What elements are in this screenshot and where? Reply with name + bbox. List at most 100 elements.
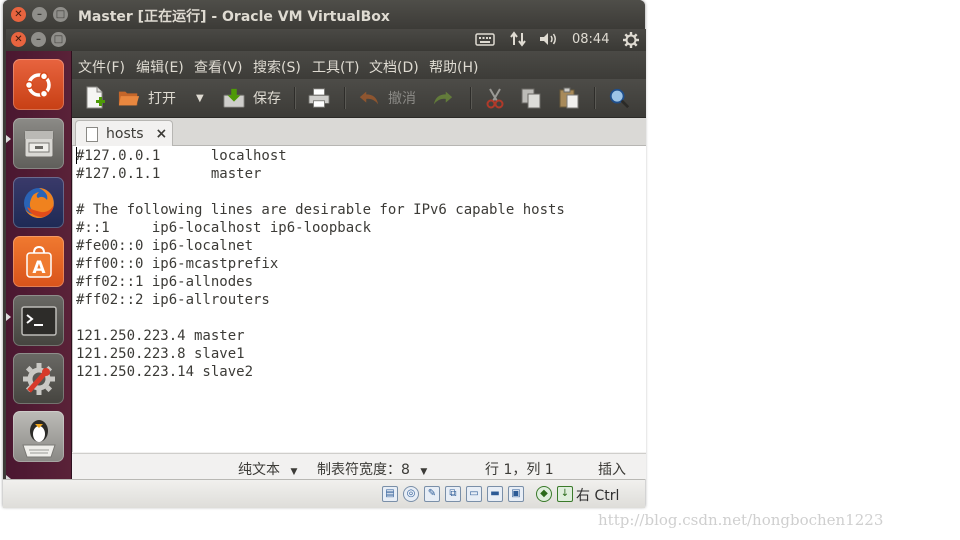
undo-icon [358, 87, 380, 109]
editor-line: #::1 ip6-localhost ip6-loopback [76, 220, 372, 236]
editor-line: 121.250.223.14 slave2 [76, 364, 254, 380]
redo-button[interactable] [432, 84, 454, 112]
print-button[interactable] [308, 84, 330, 112]
gedit-minimize-button[interactable]: – [31, 32, 46, 47]
editor-line: #127.0.1.1 master [76, 166, 262, 182]
document-icon [86, 126, 98, 142]
chevron-down-icon: ▼ [290, 467, 298, 477]
menu-documents[interactable]: 文档(D) [369, 57, 419, 77]
unity-launcher: A [6, 51, 72, 479]
video-capture-icon[interactable]: ▣ [508, 486, 524, 502]
new-document-button[interactable] [84, 84, 106, 112]
save-label: 保存 [253, 91, 281, 107]
files-icon[interactable] [13, 118, 64, 169]
editor-line: #ff02::2 ip6-allrouters [76, 292, 270, 308]
vbox-titlebar: ✕ – □ Master [正在运行] - Oracle VM VirtualB… [3, 0, 645, 29]
keyboard-capture-icon[interactable]: ↓ [557, 486, 573, 502]
menu-view[interactable]: 查看(V) [194, 57, 243, 77]
virtualbox-window: ✕ – □ Master [正在运行] - Oracle VM VirtualB… [3, 0, 646, 508]
host-key-label: 右 Ctrl [576, 488, 620, 504]
folder-open-icon [118, 87, 140, 109]
chevron-down-icon: ▼ [420, 467, 428, 477]
running-indicator [6, 135, 11, 143]
cursor-position: 行 1，列 1 [485, 462, 554, 478]
audio-icon[interactable]: ✎ [424, 486, 440, 502]
keyboard-icon[interactable] [475, 31, 495, 52]
open-recent-dropdown[interactable]: ▼ [196, 84, 204, 112]
menu-tools[interactable]: 工具(T) [312, 57, 359, 77]
editor-line: #ff02::1 ip6-allnodes [76, 274, 254, 290]
volume-icon[interactable] [538, 31, 558, 52]
ubuntu-logo-icon[interactable] [13, 59, 64, 110]
tab-width-label: 制表符宽度：8 [317, 462, 410, 478]
toolbar-separator [294, 87, 295, 109]
printer-icon [308, 87, 330, 109]
tab-close-icon[interactable]: × [156, 126, 168, 142]
gedit-toolbar: 打开 ▼ 保存 撤消 [72, 79, 646, 118]
search-icon [608, 87, 630, 109]
menu-edit[interactable]: 编辑(E) [136, 57, 184, 77]
mouse-integration-icon[interactable]: ◆ [536, 486, 552, 502]
paste-button[interactable] [558, 84, 580, 112]
language-selector[interactable]: 纯文本 ▼ [238, 459, 297, 479]
vbox-statusbar: ▤ ◎ ✎ ⧉ ▭ ▬ ▣ ◆ ↓ 右 Ctrl [3, 479, 645, 508]
toolbar-separator [344, 87, 345, 109]
settings-icon[interactable] [13, 353, 64, 404]
open-button[interactable]: 打开 [118, 84, 176, 112]
vbox-minimize-button[interactable]: – [32, 7, 47, 22]
svg-text:A: A [32, 258, 46, 278]
text-editor[interactable]: #127.0.0.1 localhost #127.0.1.1 master #… [72, 146, 646, 452]
save-button[interactable]: 保存 [223, 84, 281, 112]
cut-button[interactable] [484, 84, 506, 112]
editor-line: #ff00::0 ip6-mcastprefix [76, 256, 279, 272]
gedit-icon[interactable] [13, 411, 64, 462]
running-indicator [6, 313, 11, 321]
undo-button[interactable]: 撤消 [358, 84, 416, 112]
gedit-close-button[interactable]: ✕ [11, 32, 26, 47]
vbox-window-title: Master [正在运行] - Oracle VM VirtualBox [78, 9, 390, 25]
redo-icon [432, 87, 454, 109]
chevron-down-icon: ▼ [196, 92, 204, 104]
terminal-icon[interactable] [13, 295, 64, 346]
menu-help[interactable]: 帮助(H) [429, 57, 478, 77]
editor-line: #127.0.0.1 localhost [76, 148, 287, 164]
copy-button[interactable] [520, 84, 542, 112]
shared-folders-icon[interactable]: ▬ [487, 486, 503, 502]
vbox-close-button[interactable]: ✕ [11, 7, 26, 22]
insert-mode: 插入 [598, 462, 626, 478]
menu-search[interactable]: 搜索(S) [253, 57, 301, 77]
hard-disk-icon[interactable]: ▤ [382, 486, 398, 502]
watermark-url: http://blog.csdn.net/hongbochen1223 [598, 511, 884, 529]
toolbar-separator [594, 87, 595, 109]
tab-width-selector[interactable]: 制表符宽度：8 ▼ [317, 459, 427, 479]
open-label: 打开 [148, 91, 176, 107]
vbox-maximize-button[interactable]: □ [53, 7, 68, 22]
paste-icon [558, 87, 580, 109]
editor-line: 121.250.223.8 slave1 [76, 346, 245, 362]
editor-line: # The following lines are desirable for … [76, 202, 565, 218]
gedit-maximize-button[interactable]: □ [51, 32, 66, 47]
save-icon [223, 87, 245, 109]
usb-icon[interactable]: ▭ [466, 486, 482, 502]
gedit-menubar: 文件(F) 编辑(E) 查看(V) 搜索(S) 工具(T) 文档(D) 帮助(H… [72, 51, 646, 79]
find-button[interactable] [608, 84, 630, 112]
scissors-icon [484, 87, 506, 109]
menu-file[interactable]: 文件(F) [78, 57, 125, 77]
document-tabs: hosts × [72, 118, 646, 147]
network-icon[interactable] [509, 31, 527, 52]
tab-label: hosts [106, 126, 144, 142]
undo-label: 撤消 [388, 91, 416, 107]
firefox-icon[interactable] [13, 177, 64, 228]
panel-clock[interactable]: 08:44 [572, 32, 609, 47]
software-center-icon[interactable]: A [13, 236, 64, 287]
optical-drive-icon[interactable]: ◎ [403, 486, 419, 502]
toolbar-separator [470, 87, 471, 109]
editor-line: 121.250.223.4 master [76, 328, 245, 344]
tab-hosts[interactable]: hosts × [75, 120, 173, 147]
language-label: 纯文本 [238, 462, 280, 478]
new-document-icon [84, 86, 106, 109]
network-adapter-icon[interactable]: ⧉ [445, 486, 461, 502]
editor-line: #fe00::0 ip6-localnet [76, 238, 254, 254]
guest-screen[interactable]: ✕ – □ 08:44 A 文件(F) 编辑(E) 查看(V) 搜索(S) 工具… [6, 29, 646, 479]
copy-icon [520, 87, 542, 109]
